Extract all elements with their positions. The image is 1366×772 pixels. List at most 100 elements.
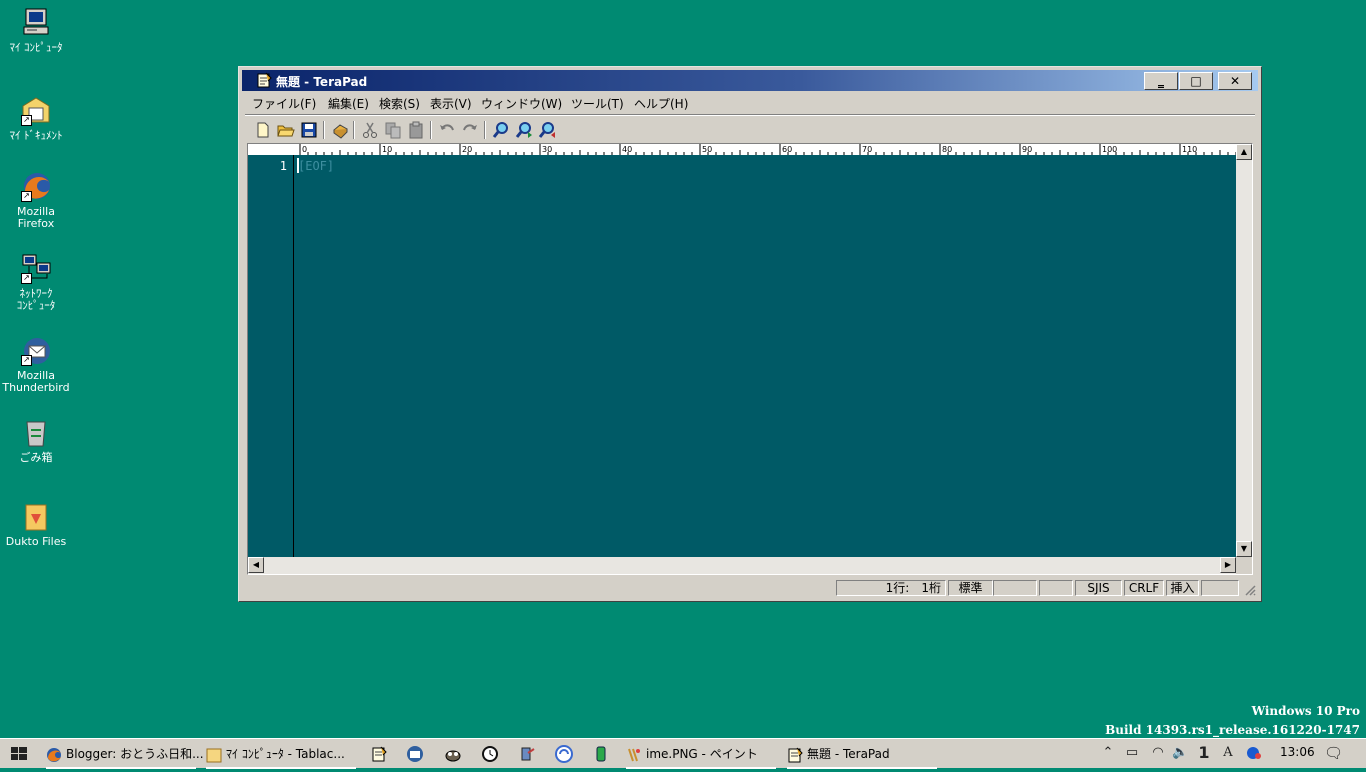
status-encoding[interactable]: SJIS [1075, 580, 1122, 596]
desktop-icon-firefox[interactable]: ↗ Mozilla Firefox [2, 170, 70, 230]
ruler-label: 90 [1022, 145, 1032, 154]
taskbar-clock[interactable]: 13:06 [1280, 745, 1315, 759]
save-icon[interactable] [299, 120, 319, 140]
tray-ime-mode[interactable]: A [1220, 745, 1236, 761]
desktop-icon-my-computer[interactable]: ﾏｲ ｺﾝﾋﾟｭｰﾀ [2, 6, 70, 54]
toolbar [249, 119, 1255, 143]
cut-icon[interactable] [360, 120, 380, 140]
desktop-icon-dukto-files[interactable]: Dukto Files [2, 500, 70, 548]
taskbar-button-explorer[interactable]: ﾏｲ ｺﾝﾋﾟｭｰﾀ - Tablac... [206, 741, 356, 769]
toolbar-separator [353, 121, 355, 139]
computer-icon [19, 6, 53, 40]
taskbar-active-indicator [787, 767, 937, 769]
desktop-icon-label: ﾈｯﾄﾜｰｸ ｺﾝﾋﾟｭｰﾀ [16, 287, 56, 312]
open-folder-icon[interactable] [276, 120, 296, 140]
taskbar-active-indicator [206, 767, 356, 769]
desktop-icon-thunderbird[interactable]: ↗ Mozilla Thunderbird [2, 334, 70, 394]
documents-folder-icon: ↗ [19, 94, 53, 128]
menu-search[interactable]: 検索(S) [379, 95, 420, 112]
tray-volume-icon[interactable]: 🔈 [1172, 745, 1188, 761]
find-next-icon[interactable] [514, 120, 534, 140]
redo-icon[interactable] [460, 120, 480, 140]
desktop-icon-recycle-bin[interactable]: ごみ箱 [2, 416, 70, 464]
minimize-button[interactable]: ‗ [1144, 72, 1178, 90]
tray-battery-icon[interactable]: ▭ [1124, 745, 1140, 761]
vertical-scrollbar[interactable]: ▲ ▼ [1236, 144, 1252, 557]
close-button[interactable]: ✕ [1218, 72, 1252, 90]
ruler-label: 0 [302, 145, 307, 154]
start-button[interactable] [0, 739, 38, 769]
ruler-label: 50 [702, 145, 712, 154]
folder-icon [19, 500, 53, 534]
ruler-label: 110 [1182, 145, 1197, 154]
tray-ime-indicator[interactable]: 1 [1196, 745, 1212, 761]
find-icon[interactable] [491, 120, 511, 140]
taskbar-button-paint[interactable]: ime.PNG - ペイント [626, 741, 776, 769]
sync-quick-launch-icon[interactable] [555, 745, 573, 763]
taskbar-button-label: ﾏｲ ｺﾝﾋﾟｭｰﾀ - Tablac... [226, 747, 345, 761]
notification-center-icon[interactable]: 🗨 [1324, 745, 1343, 761]
status-insert-mode[interactable]: 挿入 [1166, 580, 1199, 596]
find-prev-icon[interactable] [537, 120, 557, 140]
scroll-right-button[interactable]: ▶ [1220, 557, 1236, 573]
resize-grip-icon[interactable] [1244, 584, 1256, 596]
thunderbird-quick-launch-icon[interactable] [406, 745, 424, 763]
menu-file[interactable]: ファイル(F) [252, 95, 316, 112]
desktop-icon-my-documents[interactable]: ↗ ﾏｲ ﾄﾞｷｭﾒﾝﾄ [2, 94, 70, 142]
clock-app-quick-launch-icon[interactable] [481, 745, 499, 763]
menu-help[interactable]: ヘルプ(H) [634, 95, 688, 112]
firefox-icon: ↗ [19, 170, 53, 204]
scroll-down-button[interactable]: ▼ [1236, 541, 1252, 557]
taskbar-button-firefox[interactable]: Blogger: おとうふ日和... [46, 741, 204, 769]
print-icon[interactable] [330, 120, 350, 140]
terapad-icon [256, 72, 272, 88]
taskbar-active-indicator [46, 767, 196, 769]
tray-chevron-up-icon[interactable]: ⌃ [1100, 745, 1116, 761]
menu-separator [245, 114, 1255, 116]
taskbar-button-label: Blogger: おとうふ日和... [66, 747, 204, 761]
menu-tools[interactable]: ツール(T) [571, 95, 624, 112]
taskbar-button-terapad[interactable]: 無題 - TeraPad [787, 741, 937, 769]
maximize-button[interactable]: □ [1179, 72, 1213, 90]
tray-cloud-icon[interactable] [1246, 745, 1262, 761]
desktop-icon-label: Mozilla Thunderbird [2, 369, 70, 394]
menu-edit[interactable]: 編集(E) [328, 95, 369, 112]
menu-window[interactable]: ウィンドウ(W) [481, 95, 562, 112]
status-blank-2 [1039, 580, 1073, 596]
taskbar-active-indicator [626, 767, 776, 769]
text-area[interactable]: [EOF] [294, 155, 1236, 557]
green-app-quick-launch-icon[interactable] [592, 745, 610, 763]
ruler-label: 40 [622, 145, 632, 154]
terapad-icon [788, 747, 803, 762]
gimp-quick-launch-icon[interactable] [444, 745, 462, 763]
editor: 0 10 20 30 40 50 60 70 80 90 100 110 1 [EOF] ▲ ▼ ◀ … [247, 143, 1253, 575]
menu-bar: ファイル(F) 編集(E) 検索(S) 表示(V) ウィンドウ(W) ツール(T… [242, 93, 1258, 113]
tool-quick-launch-icon[interactable] [518, 745, 536, 763]
ruler-label: 60 [782, 145, 792, 154]
scrollbar-corner [1236, 557, 1252, 574]
paste-icon[interactable] [406, 120, 426, 140]
undo-icon[interactable] [437, 120, 457, 140]
window-titlebar[interactable]: 無題 - TeraPad ‗ □ ✕ [242, 70, 1258, 91]
folder-icon [206, 748, 222, 762]
thunderbird-icon: ↗ [19, 334, 53, 368]
line-number: 1 [279, 159, 287, 173]
status-newline[interactable]: CRLF [1124, 580, 1164, 596]
shortcut-arrow-icon: ↗ [21, 355, 32, 366]
recycle-bin-icon [19, 416, 53, 450]
ruler-ticks: 0 10 20 30 40 50 60 70 80 90 100 110 [299, 144, 1236, 155]
desktop-icon-network[interactable]: ↗ ﾈｯﾄﾜｰｸ ｺﾝﾋﾟｭｰﾀ [2, 252, 70, 312]
desktop-icon-label: Dukto Files [5, 535, 67, 548]
terapad-quick-launch-icon[interactable] [370, 745, 388, 763]
scroll-left-button[interactable]: ◀ [248, 557, 264, 573]
tray-wifi-icon[interactable]: ◠ [1150, 745, 1166, 761]
shortcut-arrow-icon: ↗ [21, 115, 32, 126]
scroll-up-button[interactable]: ▲ [1236, 144, 1252, 160]
desktop-icon-label: ﾏｲ ﾄﾞｷｭﾒﾝﾄ [9, 129, 63, 142]
copy-icon[interactable] [383, 120, 403, 140]
ruler-label: 10 [382, 145, 392, 154]
horizontal-scrollbar[interactable]: ◀ ▶ [248, 557, 1236, 574]
new-file-icon[interactable] [253, 120, 273, 140]
menu-view[interactable]: 表示(V) [430, 95, 472, 112]
shortcut-arrow-icon: ↗ [21, 273, 32, 284]
